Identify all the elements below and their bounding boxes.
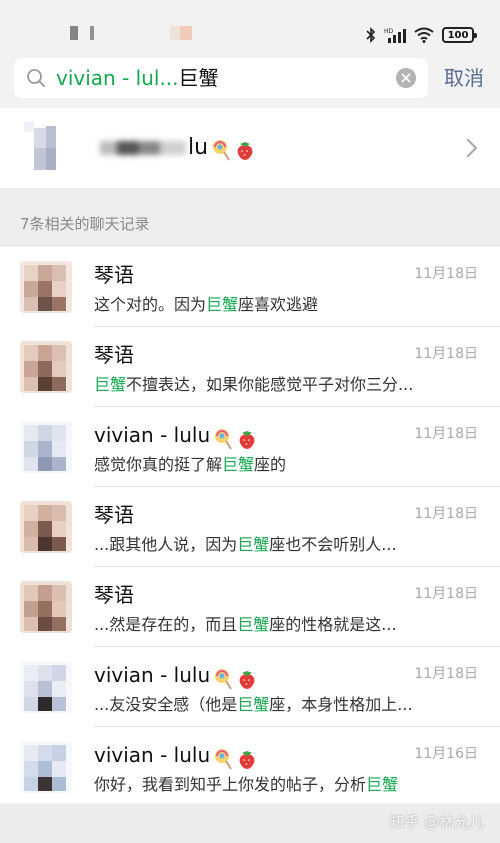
result-sender-name: 琴语 xyxy=(94,502,134,528)
result-sender-name: 琴语 xyxy=(94,262,134,288)
avatar xyxy=(20,421,72,473)
search-query[interactable]: vivian - lul...巨蟹 xyxy=(56,66,219,90)
snippet-after: 座的 xyxy=(254,455,287,474)
chat-result-row[interactable]: 琴语 11月18日 这个对的。因为巨蟹座喜欢逃避 xyxy=(0,247,500,327)
contact-result[interactable]: lu xyxy=(0,108,500,188)
snippet-after: 座，本身性格加上... xyxy=(269,695,413,714)
avatar xyxy=(20,741,72,793)
snippet-after: 座也不会听别人... xyxy=(269,535,397,554)
result-sender-name: vivian - lulu xyxy=(94,422,260,450)
avatar xyxy=(20,501,72,553)
chat-result-row[interactable]: 琴语 11月18日 ...然是存在的，而且巨蟹座的性格就是这... xyxy=(0,567,500,647)
search-bar: vivian - lul...巨蟹 取消 xyxy=(0,46,500,108)
result-date: 11月18日 xyxy=(414,666,478,682)
chevron-right-icon xyxy=(466,138,478,162)
chat-result-row[interactable]: vivian - lulu 11月18日 感觉你真的挺了解巨蟹座的 xyxy=(0,407,500,487)
lollipop-strawberry-emoji xyxy=(210,136,258,164)
search-query-term: 巨蟹 xyxy=(178,66,219,90)
snippet-highlight: 巨蟹 xyxy=(222,455,255,474)
result-snippet: ...友没安全感（他是巨蟹座，本身性格加上... xyxy=(94,695,424,715)
snippet-highlight: 巨蟹 xyxy=(237,695,270,714)
sender-name-text: 琴语 xyxy=(94,343,134,367)
snippet-highlight: 巨蟹 xyxy=(94,375,127,394)
lollipop-strawberry-emoji xyxy=(212,744,260,770)
result-snippet: 这个对的。因为巨蟹座喜欢逃避 xyxy=(94,295,424,315)
result-snippet: 感觉你真的挺了解巨蟹座的 xyxy=(94,455,424,475)
snippet-before: ...跟其他人说，因为 xyxy=(94,535,238,554)
result-date: 11月18日 xyxy=(414,346,478,362)
avatar xyxy=(20,341,72,393)
snippet-before: 你好，我看到知乎上你发的帖子，分析 xyxy=(94,775,367,794)
lollipop-strawberry-emoji xyxy=(212,424,260,450)
status-bar-left-blurred xyxy=(70,26,210,40)
result-snippet: 你好，我看到知乎上你发的帖子，分析巨蟹 xyxy=(94,775,424,795)
chat-results-list: 琴语 11月18日 这个对的。因为巨蟹座喜欢逃避 琴语 11月18日 巨蟹不擅表… xyxy=(0,247,500,807)
chat-result-row[interactable]: vivian - lulu 11月18日 ...友没安全感（他是巨蟹座，本身性格… xyxy=(0,647,500,727)
sender-name-text: 琴语 xyxy=(94,583,134,607)
signal-icon: HD xyxy=(384,27,406,43)
redacted-text xyxy=(100,141,186,155)
result-sender-name: vivian - lulu xyxy=(94,662,260,690)
snippet-highlight: 巨蟹 xyxy=(206,295,239,314)
chat-result-row[interactable]: 琴语 11月18日 ...跟其他人说，因为巨蟹座也不会听别人... xyxy=(0,487,500,567)
bluetooth-icon xyxy=(366,27,376,43)
sender-name-text: 琴语 xyxy=(94,263,134,287)
snippet-before: ...友没安全感（他是 xyxy=(94,695,238,714)
avatar xyxy=(20,581,72,633)
snippet-before: ...然是存在的，而且 xyxy=(94,615,238,634)
result-snippet: ...跟其他人说，因为巨蟹座也不会听别人... xyxy=(94,535,424,555)
snippet-highlight: 巨蟹 xyxy=(237,535,270,554)
wifi-icon xyxy=(414,27,434,43)
battery-level: 100 xyxy=(447,29,469,41)
sender-name-text: 琴语 xyxy=(94,503,134,527)
result-snippet: 巨蟹不擅表达，如果你能感觉平子对你三分... xyxy=(94,375,424,395)
result-sender-name: vivian - lulu xyxy=(94,742,260,770)
result-date: 11月16日 xyxy=(414,746,478,762)
watermark: 知乎 @林允儿 xyxy=(389,813,484,831)
avatar xyxy=(20,661,72,713)
contact-name-suffix: lu xyxy=(188,135,209,160)
sender-name-text: vivian - lulu xyxy=(94,423,211,447)
status-bar: HD 100 xyxy=(0,0,500,46)
avatar xyxy=(20,120,76,176)
result-sender-name: 琴语 xyxy=(94,582,134,608)
chat-result-row[interactable]: 琴语 11月18日 巨蟹不擅表达，如果你能感觉平子对你三分... xyxy=(0,327,500,407)
sender-name-text: vivian - lulu xyxy=(94,743,211,767)
cancel-button[interactable]: 取消 xyxy=(444,66,484,90)
result-date: 11月18日 xyxy=(414,506,478,522)
result-date: 11月18日 xyxy=(414,426,478,442)
snippet-highlight: 巨蟹 xyxy=(237,615,270,634)
status-icons: HD 100 xyxy=(366,24,477,46)
clear-icon[interactable] xyxy=(396,68,416,88)
search-icon xyxy=(26,68,46,92)
avatar xyxy=(20,261,72,313)
chat-result-row[interactable]: vivian - lulu 11月16日 你好，我看到知乎上你发的帖子，分析巨蟹 xyxy=(0,727,500,807)
snippet-highlight: 巨蟹 xyxy=(366,775,399,794)
result-date: 11月18日 xyxy=(414,586,478,602)
result-sender-name: 琴语 xyxy=(94,342,134,368)
contact-name: lu xyxy=(100,134,258,164)
result-snippet: ...然是存在的，而且巨蟹座的性格就是这... xyxy=(94,615,424,635)
snippet-after: 座喜欢逃避 xyxy=(238,295,319,314)
sender-name-text: vivian - lulu xyxy=(94,663,211,687)
search-input[interactable]: vivian - lul...巨蟹 xyxy=(14,58,428,98)
snippet-before: 感觉你真的挺了解 xyxy=(94,455,223,474)
snippet-after: 座的性格就是这... xyxy=(269,615,397,634)
svg-text:HD: HD xyxy=(384,28,394,35)
lollipop-strawberry-emoji xyxy=(212,664,260,690)
section-header: 7条相关的聊天记录 xyxy=(20,215,150,233)
snippet-before: 这个对的。因为 xyxy=(94,295,207,314)
battery-icon: 100 xyxy=(442,27,477,43)
search-query-contact: vivian - lul... xyxy=(56,66,179,90)
result-date: 11月18日 xyxy=(414,266,478,282)
snippet-after: 不擅表达，如果你能感觉平子对你三分... xyxy=(126,375,414,394)
